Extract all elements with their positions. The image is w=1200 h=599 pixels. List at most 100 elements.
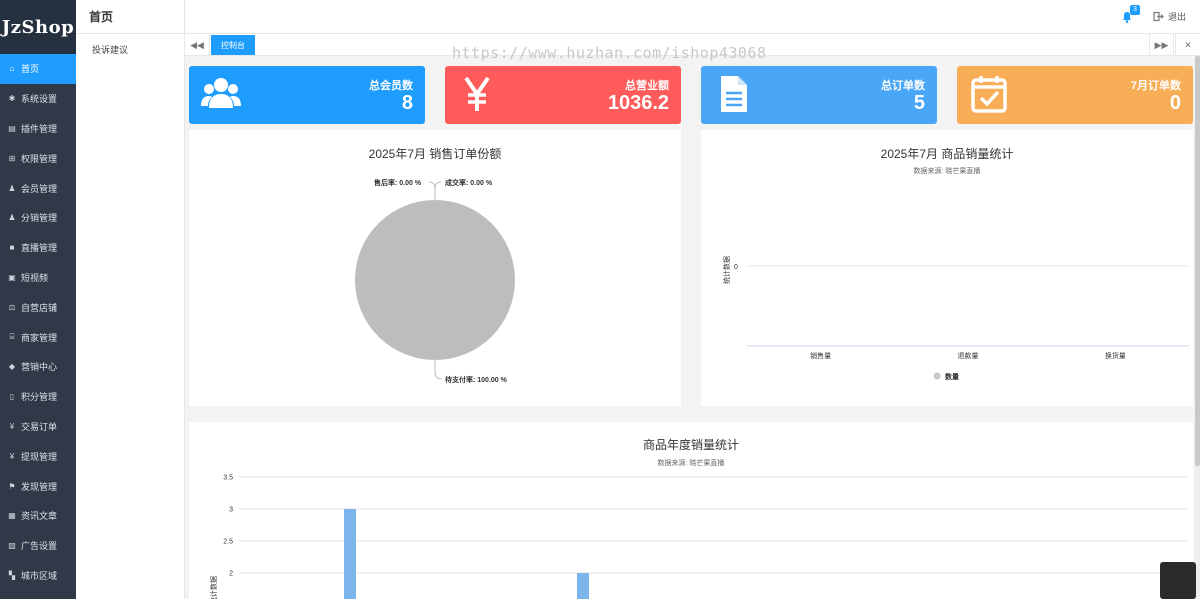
- y-tick-label: 3: [229, 507, 233, 514]
- pie-label-after-sales: 售后率: 0.00 %: [374, 178, 422, 187]
- sidebar-item-4[interactable]: ♟ 会员管理: [0, 173, 76, 203]
- sidebar-item-12[interactable]: ¥ 交易订单: [0, 412, 76, 442]
- y-tick-label: 2.5: [223, 539, 233, 546]
- subnav-title: 首页: [76, 0, 184, 34]
- logout-icon: [1153, 11, 1164, 22]
- sidebar-item-label: 插件管理: [21, 123, 58, 134]
- stat-label: 总订单数: [881, 80, 925, 92]
- stat-label: 总营业额: [625, 80, 669, 92]
- annual-bar-chart-panel: 商品年度销量统计 数据来源: 晓芒果直播 统计数据 3.5 3 2.5 2: [189, 422, 1193, 599]
- tabs-close-icon[interactable]: ✕: [1175, 34, 1200, 56]
- file-icon: ▯: [9, 392, 15, 402]
- sidebar-item-label: 自营店铺: [21, 302, 58, 313]
- annual-bar-chart: 统计数据 3.5 3 2.5 2: [209, 475, 1187, 599]
- subnav-item-complaints[interactable]: 投诉建议: [76, 34, 184, 56]
- calendar-check-icon: [971, 76, 1007, 113]
- sitemap-icon: ⊞: [8, 153, 16, 163]
- brand-logo[interactable]: JzShop: [0, 0, 76, 54]
- sidebar-item-14[interactable]: ⚑ 发现管理: [0, 471, 76, 501]
- image-icon: ▨: [8, 541, 16, 551]
- y-axis-label: 统计数据: [209, 576, 218, 599]
- yen-icon: ¥: [9, 421, 15, 431]
- sidebar-item-label: 城市区域: [21, 570, 58, 581]
- map-icon: ▚: [8, 570, 16, 580]
- gear-icon: ✱: [8, 94, 16, 104]
- sidebar-item-11[interactable]: ▯ 积分管理: [0, 382, 76, 412]
- yen-icon: [464, 76, 490, 111]
- sidebar-item-2[interactable]: ▤ 插件管理: [0, 114, 76, 144]
- balance-icon: ⚖: [8, 302, 16, 312]
- users-icon: ♟: [8, 213, 16, 223]
- sidebar-item-3[interactable]: ⊞ 权限管理: [0, 143, 76, 173]
- home-icon: ⌂: [9, 64, 15, 74]
- sidebar-item-label: 首页: [21, 64, 40, 75]
- video-icon: ■: [9, 243, 15, 253]
- stat-label: 总会员数: [369, 80, 413, 92]
- content-scrollbar[interactable]: [1195, 56, 1200, 599]
- stat-label: 7月订单数: [1130, 80, 1181, 92]
- pie-label-deal: 成交率: 0.00 %: [445, 178, 493, 187]
- sidebar-item-15[interactable]: ▦ 资讯文章: [0, 501, 76, 531]
- app-root: JzShop ⌂ 首页 ✱ 系统设置 ▤ 插件管理 ⊞ 权限管理 ♟ 会员管理 ♟ 分销管理 ■ 直播管理…: [0, 0, 1200, 599]
- sidebar-item-16[interactable]: ▨ 广告设置: [0, 531, 76, 561]
- users-icon: ♟: [8, 183, 16, 193]
- logout-label: 退出: [1167, 12, 1186, 22]
- logout-button[interactable]: 退出: [1153, 10, 1186, 23]
- stat-card-revenue: 总营业额 1036.2: [445, 66, 681, 124]
- scrollbar-thumb[interactable]: [1195, 56, 1200, 466]
- sidebar-item-label: 资讯文章: [21, 511, 58, 522]
- sidebar-item-8[interactable]: ⚖ 自营店铺: [0, 292, 76, 322]
- sidebar-menu: ⌂ 首页 ✱ 系统设置 ▤ 插件管理 ⊞ 权限管理 ♟ 会员管理 ♟ 分销管理 ■ 直播管理 ▣ 短视频 ⚖ 自营…: [0, 54, 76, 590]
- watermark-text: https://www.huzhan.com/ishop43068: [452, 44, 767, 62]
- main-sidebar: JzShop ⌂ 首页 ✱ 系统设置 ▤ 插件管理 ⊞ 权限管理 ♟ 会员管理 ♟ 分销管理 ■ 直播管理…: [0, 0, 76, 599]
- sidebar-item-label: 广告设置: [21, 541, 58, 552]
- notification-bell-icon[interactable]: 3: [1120, 5, 1140, 24]
- tab-dashboard[interactable]: 控制台: [211, 35, 255, 55]
- file-video-icon: ▣: [8, 272, 16, 282]
- tag-icon: ◆: [8, 362, 16, 372]
- sidebar-item-label: 会员管理: [21, 183, 58, 194]
- pie-connector: [434, 360, 443, 380]
- annual-bar[interactable]: [577, 573, 589, 599]
- legend-label[interactable]: 数量: [945, 372, 959, 381]
- pie-slice-pending[interactable]: [355, 200, 515, 360]
- stat-value: 1036.2: [607, 92, 669, 114]
- tabs-scroll-right-icon[interactable]: ▶▶: [1149, 34, 1174, 56]
- floating-widget-button[interactable]: [1160, 562, 1196, 599]
- y-axis-label: 统计数据: [722, 256, 731, 284]
- sidebar-item-5[interactable]: ♟ 分销管理: [0, 203, 76, 233]
- stat-value: 0: [1169, 92, 1181, 114]
- sidebar-item-13[interactable]: ¥ 提现管理: [0, 441, 76, 471]
- monthly-bar-chart-panel: 2025年7月 商品销量统计 数据来源: 晓芒果直播 统计数据 0 销售量 退款…: [701, 130, 1193, 406]
- sidebar-item-label: 系统设置: [21, 94, 58, 105]
- newspaper-icon: ▦: [8, 511, 16, 521]
- sidebar-item-6[interactable]: ■ 直播管理: [0, 233, 76, 263]
- bank-icon: ⌸: [9, 332, 15, 342]
- sidebar-item-17[interactable]: ▚ 城市区域: [0, 561, 76, 591]
- sidebar-item-1[interactable]: ✱ 系统设置: [0, 84, 76, 114]
- stat-card-members: 总会员数 8: [189, 66, 425, 124]
- sidebar-item-9[interactable]: ⌸ 商家管理: [0, 322, 76, 352]
- y-tick-label: 3.5: [223, 475, 233, 482]
- tabs-scroll-left-icon[interactable]: ◀◀: [185, 34, 210, 56]
- annual-bar[interactable]: [344, 509, 356, 599]
- sidebar-item-label: 交易订单: [21, 421, 58, 432]
- sidebar-item-label: 直播管理: [21, 243, 58, 254]
- sidebar-item-label: 分销管理: [21, 213, 58, 224]
- secondary-nav: 首页 投诉建议: [76, 0, 185, 599]
- x-tick-label-exchange: 换货量: [1105, 351, 1126, 360]
- stat-card-month-orders: 7月订单数 0: [957, 66, 1193, 124]
- x-tick-label-sales: 销售量: [810, 351, 831, 360]
- sidebar-item-label: 积分管理: [21, 392, 58, 403]
- users-icon: [201, 78, 241, 108]
- sidebar-item-0[interactable]: ⌂ 首页: [0, 54, 76, 84]
- legend-marker[interactable]: [933, 372, 941, 380]
- y-tick-label: 2: [229, 571, 233, 578]
- sidebar-item-label: 权限管理: [21, 153, 58, 164]
- stat-value: 5: [913, 92, 925, 114]
- notification-count-badge: 3: [1130, 5, 1140, 15]
- sidebar-item-10[interactable]: ◆ 营销中心: [0, 352, 76, 382]
- plugin-icon: ▤: [8, 123, 16, 133]
- pie-chart: 售后率: 0.00 % 成交率: 0.00 % 待支付率: 100.00 %: [355, 178, 515, 384]
- sidebar-item-7[interactable]: ▣ 短视频: [0, 263, 76, 293]
